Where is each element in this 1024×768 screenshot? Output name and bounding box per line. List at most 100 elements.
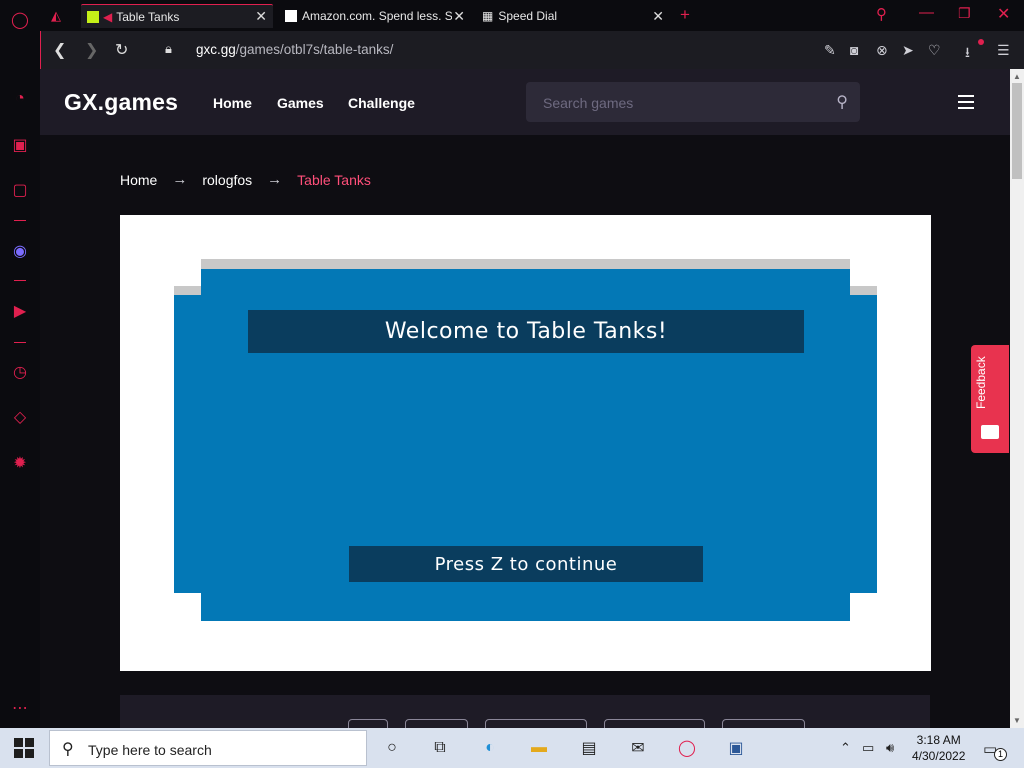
nav-challenge[interactable]: Challenge — [348, 95, 415, 111]
show-hidden-icons-icon[interactable]: ⌃ — [840, 740, 851, 756]
windows-taskbar: ⚲ Type here to search ○ ⧉ ◐ ▬ ▤ ✉ ◯ ▣ ⌃ … — [0, 728, 1024, 768]
tab-table-tanks[interactable]: ◀ Table Tanks ✕ — [81, 4, 273, 28]
tag-chip[interactable] — [405, 719, 468, 728]
close-tab-icon[interactable]: ✕ — [255, 8, 267, 25]
reload-button[interactable]: ↻ — [115, 40, 128, 60]
new-tab-button[interactable]: + — [680, 5, 690, 25]
tab-amazon[interactable]: Amazon.com. Spend less. S ✕ — [281, 4, 471, 28]
history-icon[interactable]: ◷ — [9, 361, 31, 383]
breadcrumb-author[interactable]: rologfos — [202, 172, 252, 188]
game-board-left — [174, 295, 202, 593]
lock-icon[interactable]: 🔒︎ — [165, 41, 172, 57]
site-header: GX.games Home Games Challenge Search gam… — [40, 69, 1010, 135]
game-board-right — [849, 295, 877, 593]
tab-title: Amazon.com. Spend less. S — [302, 9, 452, 23]
search-icon[interactable]: ⚲ — [836, 92, 848, 112]
hamburger-menu-icon[interactable] — [958, 95, 974, 109]
windows-start-icon[interactable] — [14, 738, 34, 758]
tab-title: Speed Dial — [498, 9, 558, 23]
twitch-icon[interactable]: ▢ — [9, 179, 31, 201]
network-icon[interactable]: ▭ — [862, 740, 874, 756]
game-continue-prompt[interactable]: Press Z to continue — [349, 546, 703, 582]
back-button[interactable]: ❮ — [53, 40, 66, 60]
gx-games-logo[interactable]: GX.games — [64, 89, 178, 116]
taskbar-search-placeholder: Type here to search — [88, 742, 212, 758]
camera-icon[interactable]: ◙ — [850, 42, 858, 58]
breadcrumb-arrow-icon: → — [267, 171, 283, 188]
cube-icon[interactable]: ◇ — [9, 406, 31, 428]
gamepad-icon[interactable]: ◭ — [51, 8, 61, 24]
breadcrumb-current: Table Tanks — [297, 171, 371, 188]
microsoft-store-icon[interactable]: ▤ — [577, 736, 601, 760]
game-info-bar — [120, 695, 930, 728]
game-welcome-title: Welcome to Table Tanks! — [248, 310, 804, 353]
forward-button[interactable]: ❯ — [85, 40, 98, 60]
clock[interactable]: 3:18 AM 4/30/2022 — [912, 732, 965, 764]
tag-chip[interactable] — [348, 719, 388, 728]
messenger-icon[interactable]: ◉ — [9, 240, 31, 262]
breadcrumb-home[interactable]: Home — [120, 172, 157, 188]
close-window-button[interactable]: ✕ — [997, 4, 1010, 24]
feedback-face-icon — [981, 425, 999, 439]
page-scrollbar[interactable]: ▲ ▼ — [1010, 69, 1024, 728]
minimize-button[interactable]: — — [919, 4, 934, 21]
magnifier-icon: ⚲ — [62, 741, 74, 758]
game-frame[interactable]: Welcome to Table Tanks! Press Z to conti… — [120, 215, 931, 671]
file-explorer-icon[interactable]: ▬ — [527, 736, 551, 760]
search-tabs-icon[interactable]: ⚲ — [876, 5, 887, 23]
edit-icon[interactable]: ✎ — [824, 42, 836, 59]
url-field[interactable]: gxc.gg/games/otbl7s/table-tanks/ — [196, 42, 393, 57]
game-panel-top — [201, 259, 850, 269]
speed-dial-icon: ▦ — [482, 9, 494, 23]
tag-chip[interactable] — [485, 719, 587, 728]
heart-icon[interactable]: ♡ — [928, 42, 941, 59]
address-bar: ❮ ❯ ↻ 🔒︎ gxc.gg/games/otbl7s/table-tanks… — [40, 31, 1024, 69]
word-icon[interactable]: ▣ — [724, 736, 748, 760]
send-icon[interactable]: ➤ — [902, 42, 914, 59]
nav-games[interactable]: Games — [277, 95, 324, 111]
opera-sidebar: ◯ ◔ ▣ ▢ ◉ ▶ ◷ ◇ ✹ ⋯ — [0, 0, 40, 728]
opera-gx-taskbar-icon[interactable]: ◯ — [675, 736, 699, 760]
game-wing-right — [849, 286, 877, 295]
settings-icon[interactable]: ✹ — [9, 452, 31, 474]
download-indicator-dot — [978, 39, 984, 45]
taskbar-search-input[interactable]: ⚲ Type here to search — [49, 730, 367, 766]
restore-button[interactable]: ❐ — [958, 5, 971, 22]
game-canvas[interactable]: Welcome to Table Tanks! Press Z to conti… — [174, 259, 877, 621]
speedometer-icon[interactable]: ◔ — [9, 88, 31, 110]
download-icon[interactable]: ⭳ — [965, 42, 970, 66]
edge-icon[interactable]: ◐ — [478, 736, 502, 760]
speaker-icon[interactable]: ◀ — [103, 10, 112, 24]
breadcrumb: Home → rologfos → Table Tanks — [120, 171, 371, 188]
scroll-thumb[interactable] — [1012, 83, 1022, 179]
tab-speed-dial[interactable]: ▦ Speed Dial ✕ — [480, 4, 670, 28]
close-tab-icon[interactable]: ✕ — [652, 8, 664, 25]
player-icon[interactable]: ▶ — [9, 300, 31, 322]
menu-icon[interactable]: ☰ — [997, 42, 1010, 59]
search-input[interactable]: Search games ⚲ — [526, 82, 860, 122]
cortana-icon[interactable]: ○ — [380, 736, 404, 760]
more-icon[interactable]: ⋯ — [9, 697, 31, 719]
scroll-up-arrow-icon[interactable]: ▲ — [1013, 72, 1021, 81]
gxc-favicon — [87, 10, 99, 23]
volume-icon[interactable]: 🔊︎ — [886, 740, 894, 756]
clock-date: 4/30/2022 — [912, 749, 966, 763]
amazon-favicon — [285, 10, 297, 22]
tab-title: Table Tanks — [116, 9, 180, 24]
scroll-down-arrow-icon[interactable]: ▼ — [1013, 716, 1021, 725]
page-content: GX.games Home Games Challenge Search gam… — [40, 69, 1010, 728]
opera-logo-icon[interactable]: ◯ — [9, 9, 31, 31]
tag-chip[interactable] — [604, 719, 705, 728]
tab-strip: ◭ ◀ Table Tanks ✕ Amazon.com. Spend less… — [40, 0, 1024, 31]
adblock-icon[interactable]: ⊗ — [876, 42, 888, 59]
feedback-button[interactable]: Feedback — [971, 345, 1009, 453]
nav-home[interactable]: Home — [213, 95, 252, 111]
breadcrumb-arrow-icon: → — [172, 171, 188, 188]
task-view-icon[interactable]: ⧉ — [428, 736, 452, 760]
shopping-bag-icon[interactable]: ▣ — [9, 134, 31, 156]
tag-chip[interactable] — [722, 719, 805, 728]
mail-icon[interactable]: ✉ — [626, 736, 650, 760]
search-placeholder: Search games — [543, 95, 634, 111]
close-tab-icon[interactable]: ✕ — [453, 8, 465, 25]
feedback-label: Feedback — [974, 356, 988, 409]
